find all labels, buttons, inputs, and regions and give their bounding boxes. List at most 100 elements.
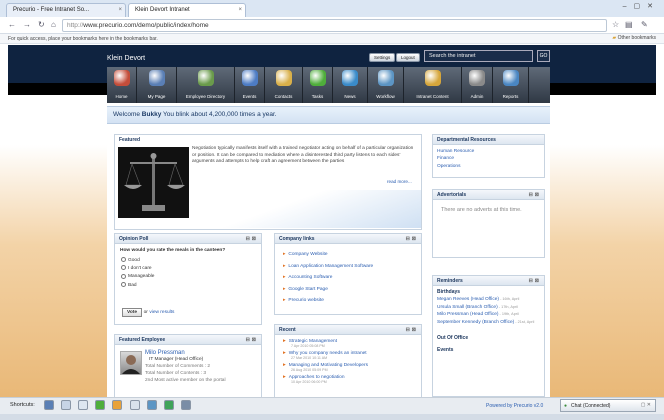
- admin-icon: [469, 70, 485, 86]
- other-bookmarks[interactable]: ▰ Other bookmarks: [612, 35, 656, 41]
- company-link-item[interactable]: ▸ Loan Application Management Software: [283, 261, 413, 273]
- company-link-item[interactable]: ▸ Accounting Software: [283, 272, 413, 284]
- shortcut-list-icon[interactable]: [130, 400, 140, 410]
- birthday-item: Ursula Small (Branch Office) - 17th, Apr…: [437, 304, 540, 312]
- featured-employee-panel: Featured Employee ⊟⊠ Milo Pressman IT Man…: [114, 334, 262, 397]
- birthday-name[interactable]: September Kennedy (Branch Office): [437, 320, 514, 325]
- welcome-prefix: Welcome: [113, 111, 140, 118]
- vote-button[interactable]: Vote: [122, 308, 143, 317]
- shortcut-people-icon[interactable]: [44, 400, 54, 410]
- recent-item[interactable]: ▸ Managing and Motivating Developers 26 Au…: [283, 362, 413, 372]
- poll-option-label: I don't care: [128, 266, 152, 272]
- shortcut-check-icon[interactable]: [95, 400, 105, 410]
- featured-employee-title-text: Featured Employee: [119, 337, 166, 343]
- department-link[interactable]: Human Resource: [437, 148, 540, 155]
- read-more-link[interactable]: read more...: [387, 179, 412, 184]
- forward-icon[interactable]: →: [23, 19, 31, 31]
- recent-item[interactable]: ▸ Why you company needs an intranet 27 Mar…: [283, 350, 413, 360]
- menu-item-tasks[interactable]: Tasks: [303, 67, 333, 103]
- shortcut-folder-icon[interactable]: [112, 400, 122, 410]
- adverts-title: Advertorials ⊟⊠: [433, 190, 544, 200]
- chat-button[interactable]: ● Chat (Connected) ▢ ✕: [560, 399, 656, 412]
- workflow-icon: [377, 70, 394, 86]
- employee-role: IT Manager (Head Office): [149, 357, 204, 362]
- menu-item-label: Employee Directory: [185, 94, 226, 99]
- recent-item[interactable]: ▸ Strategic Management 7 Apr 2010 05:08 PM: [283, 338, 413, 348]
- poll-option[interactable]: Good: [121, 257, 255, 265]
- menu-item-admin[interactable]: Admin: [462, 67, 493, 103]
- menu-item-news[interactable]: News: [333, 67, 368, 103]
- recent-title-text: Recent: [279, 327, 296, 333]
- check-icon: [309, 70, 326, 86]
- recent-title: Recent ⊟⊠: [275, 325, 421, 335]
- birthday-name[interactable]: Ursula Small (Branch Office): [437, 305, 498, 310]
- shortcut-page-icon[interactable]: [61, 400, 71, 410]
- panel-controls[interactable]: ⊟⊠: [246, 337, 258, 343]
- poll-option[interactable]: Bad: [121, 281, 255, 290]
- company-link[interactable]: Google Start Page: [288, 287, 327, 292]
- close-icon[interactable]: ×: [118, 7, 122, 13]
- radio-button[interactable]: [121, 273, 126, 279]
- menu-item-contacts[interactable]: Contacts: [265, 67, 303, 103]
- menu-item-home[interactable]: Home: [107, 67, 137, 103]
- department-link[interactable]: Finance: [437, 155, 540, 162]
- logout-button[interactable]: Logout: [396, 53, 420, 62]
- home-icon[interactable]: ⌂: [51, 19, 56, 31]
- company-link[interactable]: Precurio website: [288, 298, 323, 303]
- radio-button[interactable]: [121, 281, 126, 287]
- browser-tab-precurio[interactable]: Precurio - Free Intranet So... ×: [6, 3, 126, 17]
- birthday-item: Milo Pressman (Head Office) - 19th, Apri…: [437, 311, 540, 319]
- company-link[interactable]: Accounting Software: [288, 275, 332, 280]
- radio-button[interactable]: [121, 257, 126, 263]
- company-link[interactable]: Loan Application Management Software: [288, 264, 373, 269]
- poll-option[interactable]: Manageable: [121, 273, 255, 281]
- star-icon[interactable]: ☆: [612, 19, 619, 31]
- address-bar[interactable]: http://www.precurio.com/demo/public/inde…: [62, 19, 607, 32]
- panel-controls[interactable]: ⊟⊠: [529, 278, 541, 284]
- company-link-item[interactable]: ▸ Google Start Page: [283, 284, 413, 296]
- menu-item-reports[interactable]: Reports: [493, 67, 529, 103]
- department-link[interactable]: Operations: [437, 163, 540, 170]
- company-link-item[interactable]: ▸ Precurio website: [283, 295, 413, 307]
- shortcut-mail-icon[interactable]: [147, 400, 157, 410]
- menu-item-employee-directory[interactable]: Employee Directory: [177, 67, 235, 103]
- shortcut-settings-icon[interactable]: [181, 400, 191, 410]
- menu-item-intranet-content[interactable]: Intranet Content: [404, 67, 462, 103]
- url-text: www.precurio.com/demo/public/index/home: [83, 22, 209, 29]
- window-controls[interactable]: –▢✕: [623, 2, 660, 10]
- go-button[interactable]: GO: [537, 50, 550, 62]
- panel-controls[interactable]: ⊟⊠: [246, 236, 258, 242]
- shortcut-doc-icon[interactable]: [78, 400, 88, 410]
- search-input[interactable]: Search the intranet: [424, 50, 533, 62]
- panel-controls[interactable]: ⊟⊠: [406, 236, 418, 242]
- shortcuts-label: Shortcuts:: [10, 402, 35, 408]
- bullet-icon: ▸: [283, 350, 286, 356]
- reload-icon[interactable]: ↻: [38, 19, 45, 31]
- menu-item-workflow[interactable]: Workflow: [368, 67, 404, 103]
- welcome-user: Bukky: [141, 111, 162, 118]
- recent-item[interactable]: ▸ Approaches to negotiation 10 Apr 2010 06…: [283, 374, 413, 384]
- company-link[interactable]: Company Website: [288, 252, 327, 257]
- birthday-name[interactable]: Megan Reeves (Head Office): [437, 297, 499, 302]
- bullet-icon: ▸: [283, 252, 286, 257]
- view-results-link[interactable]: view results: [149, 310, 174, 315]
- shortcut-globe-icon[interactable]: [164, 400, 174, 410]
- radio-button[interactable]: [121, 265, 126, 271]
- powered-by[interactable]: Powered by Precurio v2.0: [486, 403, 543, 409]
- close-icon[interactable]: ×: [238, 7, 242, 13]
- page-menu-icon[interactable]: ▤: [625, 19, 633, 31]
- menu-item-events[interactable]: Events: [235, 67, 265, 103]
- wrench-icon[interactable]: ✎: [641, 19, 648, 31]
- poll-option-label: Good: [128, 258, 140, 263]
- panel-controls[interactable]: ⊟⊠: [406, 327, 418, 333]
- poll-option[interactable]: I don't care: [121, 265, 255, 273]
- company-link-item[interactable]: ▸ Company Website: [283, 249, 413, 261]
- employee-name[interactable]: Milo Pressman: [145, 350, 185, 356]
- panel-controls[interactable]: ⊟⊠: [529, 192, 541, 198]
- browser-tab-intranet[interactable]: Klein Devort Intranet ×: [128, 3, 246, 17]
- birthday-name[interactable]: Milo Pressman (Head Office): [437, 312, 499, 317]
- settings-button[interactable]: Settings: [369, 53, 396, 62]
- chat-controls-icon[interactable]: ▢ ✕: [641, 402, 651, 408]
- back-icon[interactable]: ←: [8, 19, 16, 31]
- menu-item-my-page[interactable]: My Page: [137, 67, 177, 103]
